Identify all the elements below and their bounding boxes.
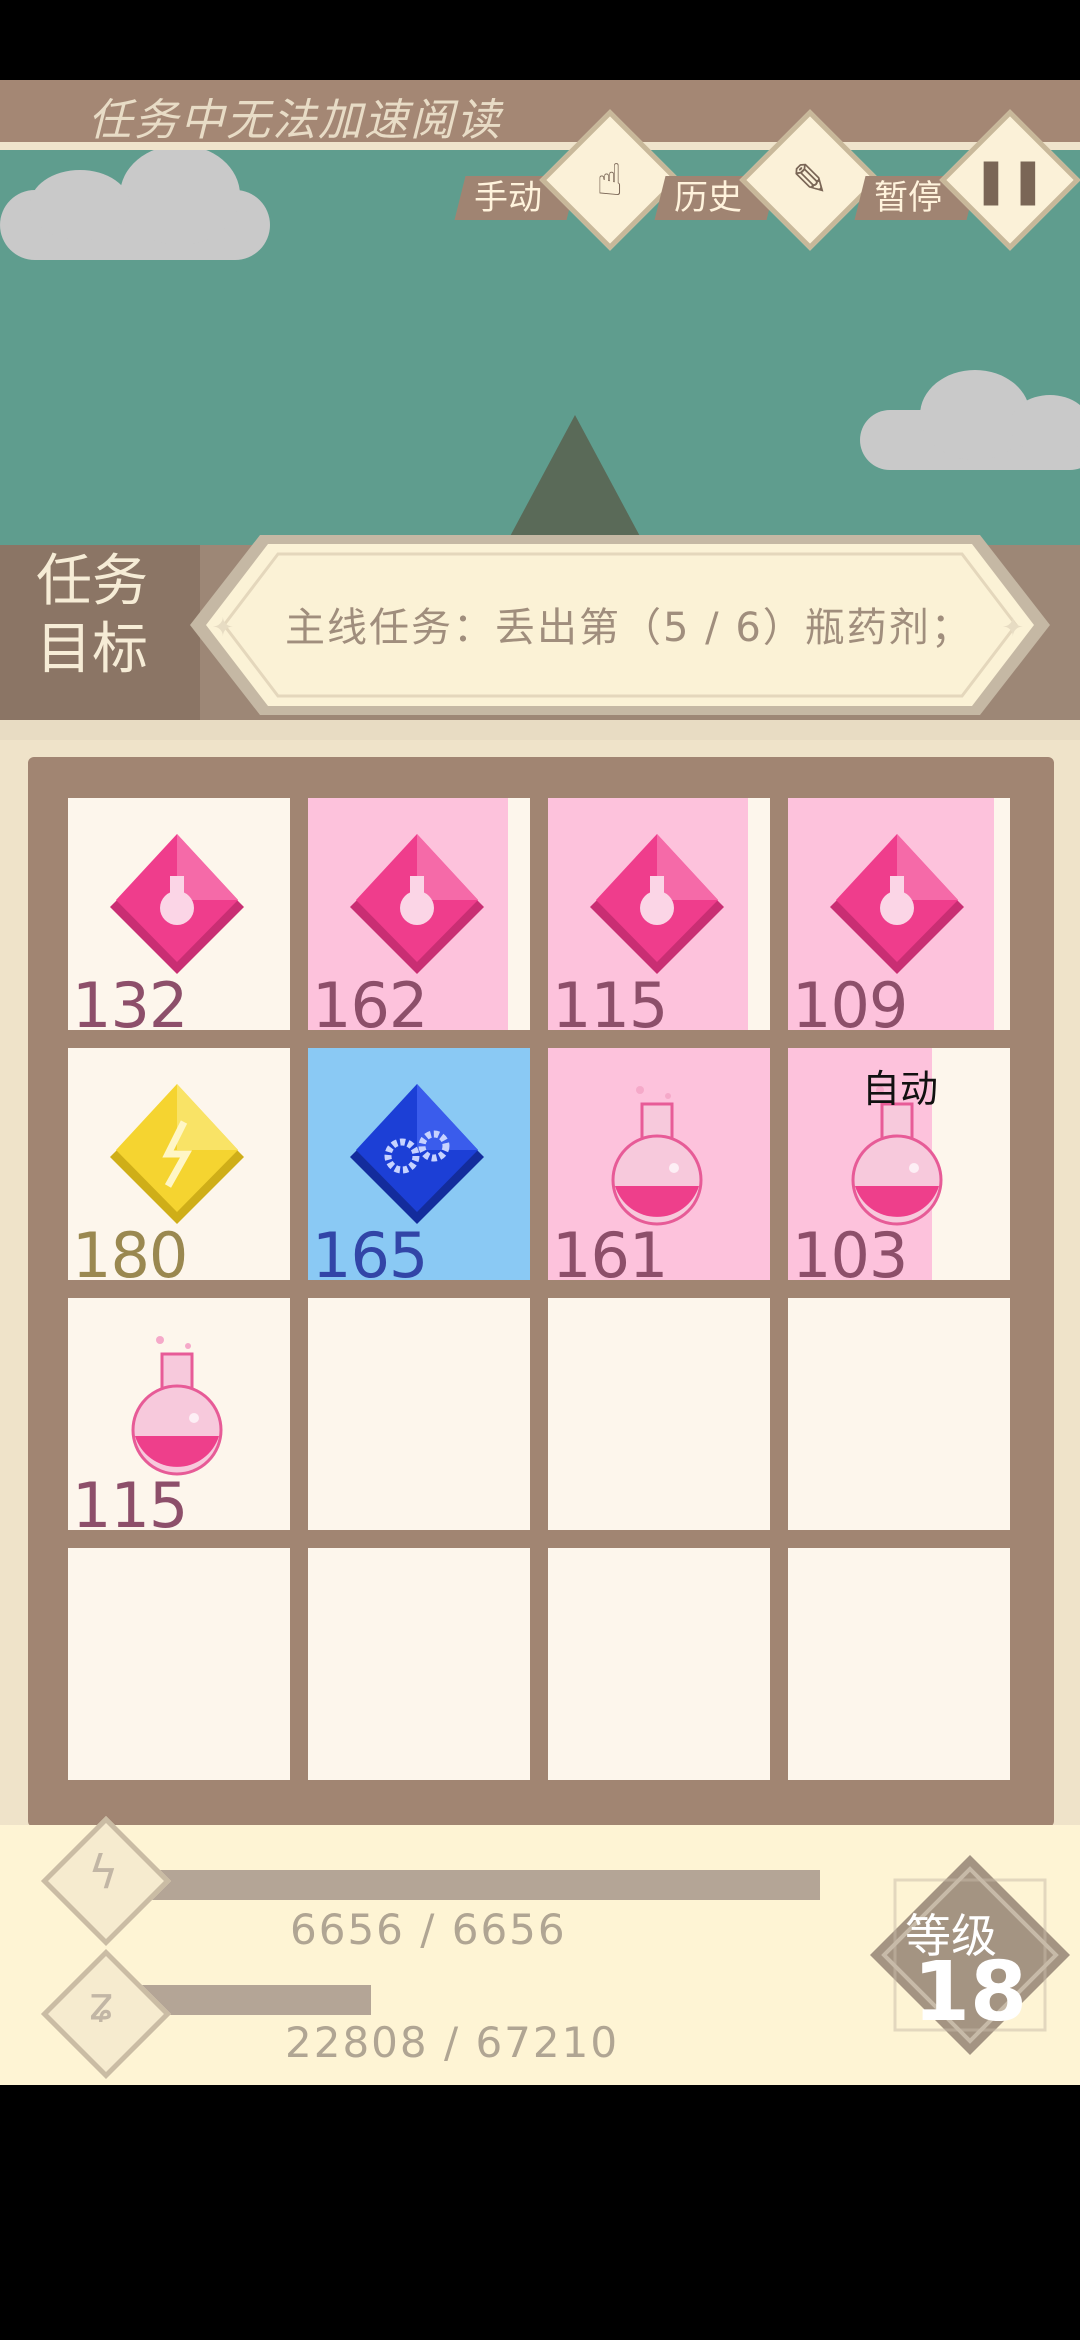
board-cell[interactable]: 自动 103 <box>788 1048 1010 1280</box>
board-cell[interactable]: 180 <box>68 1048 290 1280</box>
cloud-right <box>860 370 1080 470</box>
game-screen: 任务中无法加速阅读 手动 ☝ 历史 ✎ 暂停 ❚❚ 任务 目标 ✦ ✦ 主线任务… <box>0 0 1080 2340</box>
level-value: 18 <box>913 1945 1028 2040</box>
board-cell[interactable]: 132 <box>68 798 290 1030</box>
item-count: 109 <box>792 969 908 1030</box>
board-cell[interactable]: 165 <box>308 1048 530 1280</box>
task-label-line1: 任务 <box>36 549 148 614</box>
exp-bar-fill <box>140 1985 371 2015</box>
pink-potion-gem-icon <box>110 834 244 974</box>
item-count: 115 <box>72 1469 188 1530</box>
board-cell[interactable]: 115 <box>548 798 770 1030</box>
board-cell[interactable] <box>788 1298 1010 1530</box>
board-cell[interactable]: 109 <box>788 798 1010 1030</box>
task-goal-label: 任务 目标 <box>32 548 152 684</box>
energy-bar-fill <box>140 1870 820 1900</box>
blue-gear-gem-icon <box>350 1084 484 1224</box>
pink-flask-icon <box>131 1336 223 1476</box>
item-count: 165 <box>312 1219 428 1280</box>
task-label-line2: 目标 <box>36 617 148 682</box>
item-count: 180 <box>72 1219 188 1280</box>
board-cell[interactable]: 161 <box>548 1048 770 1280</box>
energy-value: 6656 / 6656 <box>290 1905 567 1954</box>
board-cell[interactable] <box>548 1548 770 1780</box>
item-count: 161 <box>552 1219 668 1280</box>
cloud-left <box>0 145 270 260</box>
pink-potion-gem-icon <box>350 834 484 974</box>
board-cell[interactable] <box>308 1548 530 1780</box>
item-count: 132 <box>72 969 188 1030</box>
status-bar <box>0 0 1080 80</box>
pink-flask-icon <box>611 1086 703 1226</box>
pink-potion-gem-icon <box>590 834 724 974</box>
yellow-lightning-gem-icon <box>110 1084 244 1224</box>
item-count: 103 <box>792 1219 908 1280</box>
exp-value: 22808 / 67210 <box>285 2018 620 2067</box>
board-cell[interactable] <box>308 1298 530 1530</box>
svg-text:✦: ✦ <box>1002 613 1024 643</box>
pause-button[interactable]: 暂停 ❚❚ <box>854 109 1080 251</box>
manual-mode-button[interactable]: 手动 ☝ <box>454 109 681 251</box>
board-cell[interactable] <box>788 1548 1010 1780</box>
history-button[interactable]: 历史 ✎ <box>654 109 881 251</box>
board-cell[interactable] <box>548 1298 770 1530</box>
top-banner: 任务中无法加速阅读 <box>0 80 1080 150</box>
energy-bar <box>140 1870 820 1900</box>
exp-bar <box>140 1985 820 2015</box>
speed-read-notice: 任务中无法加速阅读 <box>88 95 502 146</box>
auto-tag: 自动 <box>862 1067 939 1111</box>
pink-potion-gem-icon <box>830 834 964 974</box>
board-cell[interactable]: 115 <box>68 1298 290 1530</box>
item-count: 162 <box>312 969 428 1030</box>
bottom-black-area <box>0 2085 1080 2340</box>
item-count: 115 <box>552 969 668 1030</box>
task-objective-text: 主线任务：丢出第（5 / 6）瓶药剂； <box>285 605 973 651</box>
svg-text:✦: ✦ <box>212 613 234 643</box>
board-cell[interactable] <box>68 1548 290 1780</box>
board-cell[interactable]: 162 <box>308 798 530 1030</box>
